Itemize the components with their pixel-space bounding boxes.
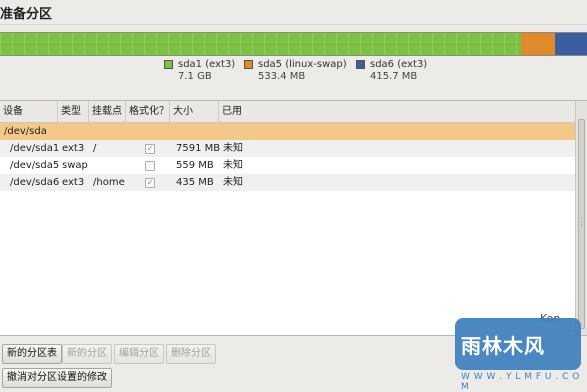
table-header: 设备 类型 挂载点 格式化？ 大小 已用 (0, 101, 575, 123)
scroll-grip-line (581, 224, 582, 225)
edit-partition-button[interactable]: 编辑分区 (114, 344, 164, 364)
legend-size: 415.7 MB (370, 71, 418, 82)
legend-size: 7.1 GB (178, 71, 212, 82)
type-cell: swap (62, 160, 88, 171)
legend-item-sda6: sda6 (ext3) 415.7 MB (356, 59, 427, 83)
mount-cell: /home (93, 177, 125, 188)
used-cell: 未知 (223, 143, 243, 154)
used-cell: 未知 (223, 177, 243, 188)
device-cell: /dev/sda1 (10, 143, 60, 154)
column-header-mount[interactable]: 挂载点 (89, 101, 126, 122)
column-header-used[interactable]: 已用 (219, 101, 575, 122)
column-header-size[interactable]: 大小 (170, 101, 219, 122)
new-partition-button[interactable]: 新的分区 (62, 344, 112, 364)
revert-changes-button[interactable]: 撤消对分区设置的修改 (2, 368, 112, 388)
legend-size: 533.4 MB (258, 71, 306, 82)
legend-name: sda5 (linux-swap) (258, 59, 347, 70)
column-header-type[interactable]: 类型 (58, 101, 89, 122)
scroll-grip-line (581, 221, 582, 222)
table-row[interactable]: /dev/sda6 ext3 /home ✓ 435 MB 未知 (0, 174, 575, 191)
partition-segment-sda1 (0, 33, 522, 55)
format-checkbox[interactable] (145, 161, 155, 171)
partition-segment-sda5 (521, 33, 556, 55)
watermark-logo-text: 雨林木风 (461, 334, 545, 358)
device-cell: /dev/sda5 (10, 160, 60, 171)
type-cell: ext3 (62, 143, 85, 154)
table-row-disk[interactable]: /dev/sda (0, 123, 575, 140)
partition-segment-sda6 (555, 33, 587, 55)
new-partition-table-button[interactable]: 新的分区表 (2, 344, 62, 364)
size-cell: 559 MB (176, 160, 214, 171)
partition-legend: sda1 (ext3) 7.1 GB sda5 (linux-swap) 533… (0, 59, 587, 87)
device-cell: /dev/sda (4, 126, 47, 137)
table-row[interactable]: /dev/sda1 ext3 / ✓ 7591 MB 未知 (0, 140, 575, 157)
column-header-format[interactable]: 格式化？ (126, 101, 170, 122)
watermark: 雨林木风 W W W . Y L M F U . C O M (447, 318, 587, 392)
format-checkbox[interactable]: ✓ (145, 178, 155, 188)
page-title: 准备分区 (0, 7, 53, 22)
legend-swatch (244, 60, 253, 69)
table-scrollbar[interactable] (575, 101, 587, 335)
legend-name: sda6 (ext3) (370, 59, 428, 70)
watermark-url: W W W . Y L M F U . C O M (461, 372, 580, 392)
legend-swatch (356, 60, 365, 69)
legend-name: sda1 (ext3) (178, 59, 236, 70)
column-header-device[interactable]: 设备 (0, 101, 58, 122)
used-cell: 未知 (223, 160, 243, 171)
partition-table[interactable]: 设备 类型 挂载点 格式化？ 大小 已用 /dev/sda /dev/sda1 … (0, 100, 587, 336)
device-cell: /dev/sda6 (10, 177, 60, 188)
table-row[interactable]: /dev/sda5 swap 559 MB 未知 (0, 157, 575, 174)
scroll-grip-line (581, 218, 582, 219)
mount-cell: / (93, 143, 97, 154)
title-divider (0, 24, 587, 25)
size-cell: 435 MB (176, 177, 214, 188)
type-cell: ext3 (62, 177, 85, 188)
size-cell: 7591 MB (176, 143, 221, 154)
scrollbar-thumb[interactable] (578, 119, 585, 329)
partition-bar (0, 32, 587, 56)
format-checkbox[interactable]: ✓ (145, 144, 155, 154)
legend-swatch (164, 60, 173, 69)
legend-item-sda5: sda5 (linux-swap) 533.4 MB (244, 59, 347, 83)
legend-item-sda1: sda1 (ext3) 7.1 GB (164, 59, 235, 83)
delete-partition-button[interactable]: 删除分区 (166, 344, 216, 364)
